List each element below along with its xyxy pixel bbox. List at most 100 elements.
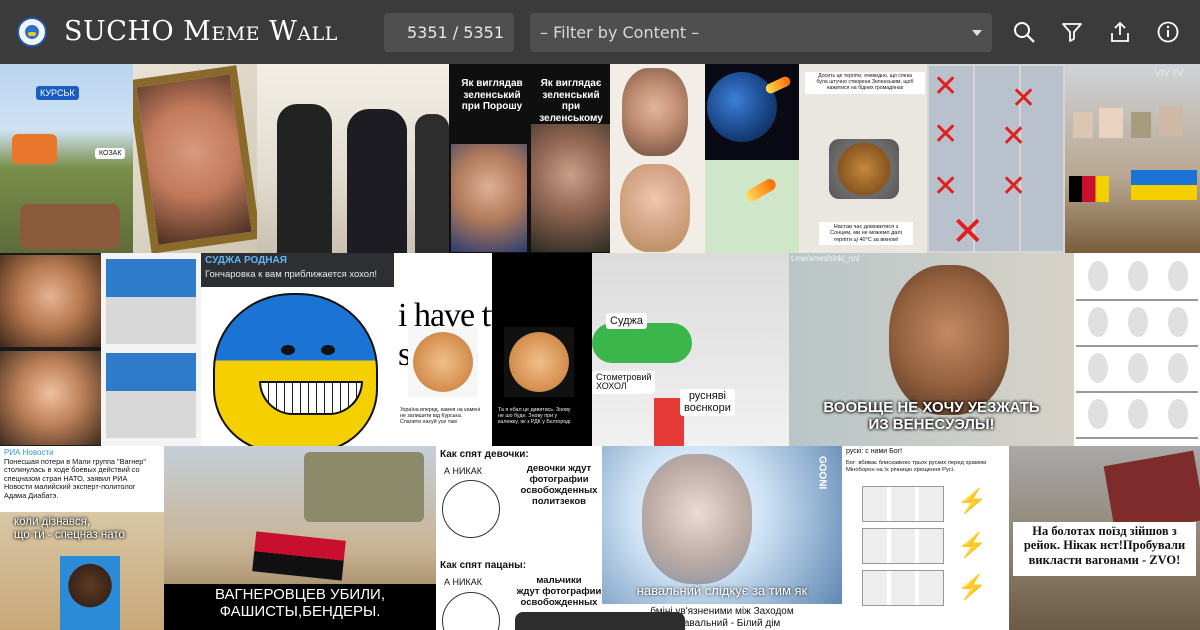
wojak-eye	[281, 345, 295, 355]
meme-tile-kim-putin[interactable]	[257, 64, 449, 253]
cross-mark: ✕	[933, 69, 959, 104]
meme-tile-how-they-sleep[interactable]: Как спят девочки: А НИКАК девочки ждут ф…	[436, 446, 602, 630]
sudzha-label: Суджа	[606, 313, 647, 329]
info-icon[interactable]	[1156, 20, 1180, 44]
meme-tile-navalny-watching[interactable]: GOONI навальний слідкує за тим як бміні …	[602, 446, 842, 630]
conference-photo	[106, 259, 196, 344]
meme-tile-press-conference[interactable]	[101, 253, 201, 446]
meme-tile-sudzha-wojak[interactable]: СУДЖА РОДНАЯ Гончаровка к вам приближает…	[201, 253, 394, 446]
filter-icon[interactable]	[1060, 20, 1084, 44]
sleep-girls-title: Как спят девочки:	[440, 449, 529, 460]
face-photo	[642, 454, 752, 584]
a-nikak-label: А НИКАК	[444, 577, 482, 587]
two-sides-left-text: Україна вперед, камня на камені не залиш…	[400, 407, 481, 426]
zel-left-caption: Як виглядав зеленський при Порошу	[461, 78, 523, 112]
portrait-thumb	[1159, 106, 1183, 136]
results-counter: 5351 / 5351	[384, 13, 514, 52]
share-icon[interactable]	[1108, 20, 1132, 44]
zel-old-photo	[531, 124, 610, 252]
woman-face	[622, 68, 688, 156]
cat-photo	[408, 327, 478, 397]
workers-figure	[12, 134, 57, 164]
zel-right-caption: Як виглядає зеленський при зеленському	[539, 78, 603, 124]
portrait-frame	[133, 65, 257, 253]
face-photo	[0, 351, 101, 445]
meme-tile-putin-portrait[interactable]	[133, 64, 257, 253]
meme-tile-zelensky-comparison[interactable]: Як виглядав зеленський при Порошу Як виг…	[449, 64, 610, 253]
cross-mark: ✕	[933, 117, 959, 152]
meme-tile-kursk-village[interactable]: КУРСЬК КОЗАК	[0, 64, 133, 253]
map-area	[705, 160, 799, 253]
red-black-flag	[252, 531, 346, 581]
meme-tile-flags-soldiers[interactable]: VIV TV	[1065, 64, 1200, 253]
person-figure	[60, 556, 120, 630]
chevron-down-icon	[972, 30, 982, 36]
armored-vehicle	[304, 452, 424, 522]
meme-tile-comic-grid[interactable]	[1074, 253, 1200, 446]
tiktok-top-text: Досить це терпіти, очевидно, що спека бу…	[805, 72, 925, 94]
meteor-shape	[764, 74, 792, 96]
filter-select-label: – Filter by Content –	[540, 23, 700, 42]
person-figure	[277, 104, 332, 253]
search-icon[interactable]	[1012, 20, 1036, 44]
comic-panel	[862, 528, 944, 564]
watermark: VIV TV	[1155, 68, 1184, 78]
cross-mark: ✕	[1011, 81, 1037, 116]
lightning-icon: ⚡	[957, 532, 987, 559]
meme-tile-wagner-killed[interactable]: ВАГНЕРОВЦЕВ УБИЛИ, ФАШИСТЫ,БЕНДЕРЫ.	[164, 446, 436, 630]
lightning-icon: ⚡	[957, 488, 987, 515]
koli-caption: коли дізнався, що ти - спецназ нато	[14, 516, 125, 542]
cat-photo	[504, 327, 574, 397]
earth-globe	[707, 72, 777, 142]
filter-content-select[interactable]: – Filter by Content –	[530, 13, 992, 52]
comic-panel	[862, 486, 944, 522]
page-title: SUCHO Meme Wall	[64, 16, 338, 47]
sleep-face	[442, 480, 500, 538]
cross-mark: ✕	[1001, 169, 1027, 204]
comic-characters	[1088, 261, 1108, 291]
app-header: SUCHO Meme Wall 5351 / 5351 – Filter by …	[0, 0, 1200, 65]
meme-tile-sudzha-pool[interactable]: Суджа Стометровий ХОХОЛ руснявi воєнкори	[592, 253, 789, 446]
meme-tile-maduro[interactable]: t.me/smeshinki_nnl ВООБЩЕ НЕ ХОЧУ УЕЗЖАТ…	[789, 253, 1074, 446]
face-photo	[0, 255, 101, 347]
logo-icon[interactable]	[17, 17, 47, 47]
cross-mark: ✕	[1001, 119, 1027, 154]
meme-tile-train-derail[interactable]: На болотах поїзд зійшов з рейок. Нікак н…	[1009, 446, 1200, 630]
meme-tile-meteor-earth[interactable]	[705, 64, 799, 253]
maduro-face	[889, 265, 1009, 415]
table-figure	[20, 204, 120, 249]
sudzha-header: СУДЖА РОДНАЯ	[205, 255, 287, 266]
rusky-title: рускі: с нами Бог!	[846, 448, 903, 455]
meme-tile-tiktok-heat[interactable]: Досить це терпіти, очевидно, що спека бу…	[799, 64, 927, 253]
ria-source: РИА Новости	[4, 448, 54, 457]
meme-tile-rusky-lightning[interactable]: рускі: с нами Бог! Бог: вбиває блискавко…	[842, 446, 1009, 630]
two-sides-right-text: Та я ебал це дивитись. Знову не шо буде.…	[498, 407, 571, 426]
voenkor-label: руснявi воєнкори	[680, 389, 735, 417]
person-figure	[415, 114, 449, 253]
tiktok-bottom-text: Настав час домовитися з Сонцем, ми не мо…	[819, 222, 913, 245]
flag-shape	[1069, 176, 1109, 202]
pot-figure	[829, 139, 899, 199]
person-figure	[347, 109, 407, 253]
conference-photo	[106, 353, 196, 438]
meme-tile-ria-wagner[interactable]: РИА Новости Понесшая потери в Мали групп…	[0, 446, 164, 630]
cross-mark: ✕	[951, 209, 985, 253]
hohol-label: Стометровий ХОХОЛ	[592, 371, 656, 394]
ria-text: Понесшая потери в Мали группа "Вагнер" с…	[4, 457, 146, 500]
meme-tile-crossed-leaders[interactable]: ✕ ✕ ✕ ✕ ✕ ✕ ✕	[927, 64, 1065, 253]
kursk-sign: КУРСЬК	[36, 86, 79, 100]
rusky-text: Бог: вбиває блискавкою трьох руских пере…	[846, 460, 987, 473]
sleep-boys-text: мальчики ждут фотографии освобожденных	[516, 575, 602, 608]
lightning-icon: ⚡	[957, 574, 987, 601]
meme-tile-two-sides[interactable]: i have two sides Україна вперед, камня н…	[394, 253, 592, 446]
portrait-thumb	[1073, 112, 1093, 138]
portrait-thumb	[1131, 112, 1151, 138]
wojak-face	[213, 293, 378, 446]
sudzha-subtitle: Гончаровка к вам приближается хохол!	[205, 269, 378, 280]
meme-tile-glasses-guy[interactable]	[0, 253, 101, 446]
navalny-caption: навальний слідкує за тим як	[636, 583, 808, 598]
green-arm	[592, 323, 692, 363]
sleep-girls-text: девочки ждут фотографии освобожденных по…	[520, 463, 598, 507]
meme-tile-reaction-women[interactable]	[610, 64, 705, 253]
bottom-toolbar-edge	[515, 612, 685, 630]
